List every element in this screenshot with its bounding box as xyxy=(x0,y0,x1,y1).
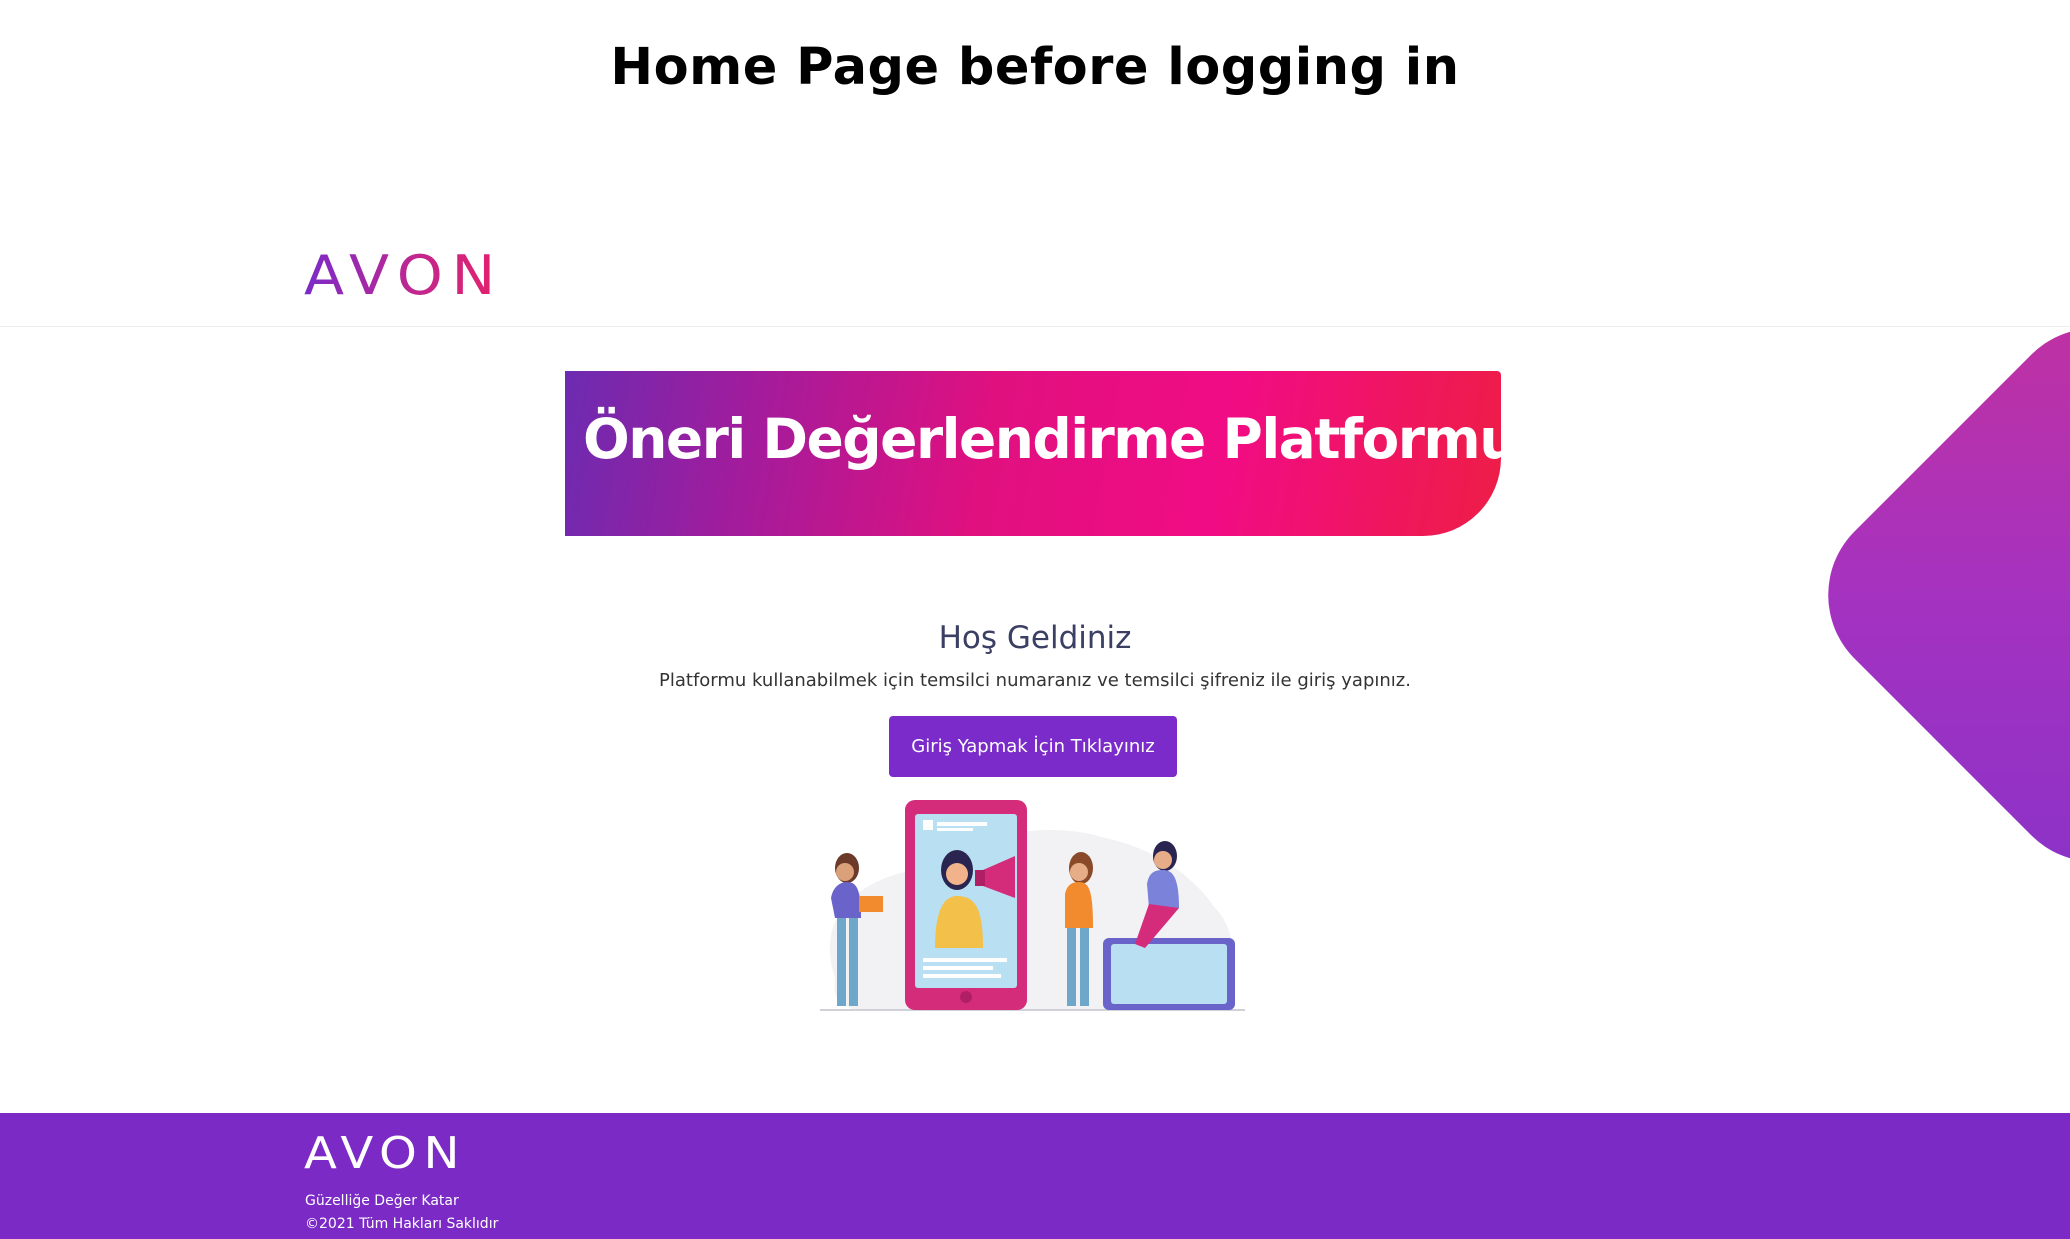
decorative-shape xyxy=(1790,290,2070,900)
header-divider xyxy=(0,326,2070,327)
login-button[interactable]: Giriş Yapmak İçin Tıklayınız xyxy=(889,716,1177,777)
avon-logo[interactable]: AVON xyxy=(304,246,504,300)
footer-copyright: ©2021 Tüm Hakları Saklıdır xyxy=(305,1216,499,1232)
banner-title: Öneri Değerlendirme Platformu xyxy=(583,407,1501,471)
page-caption: Home Page before logging in xyxy=(610,38,1460,97)
welcome-title: Hoş Geldiniz xyxy=(938,620,1132,656)
platform-banner: Öneri Değerlendirme Platformu xyxy=(565,371,1501,536)
footer: AVON Güzelliğe Değer Katar ©2021 Tüm Hak… xyxy=(0,1113,2070,1239)
footer-avon-logo: AVON xyxy=(304,1129,466,1173)
footer-logo-text: AVON xyxy=(304,1129,466,1173)
header-logo-text: AVON xyxy=(304,246,504,300)
welcome-subtitle: Platformu kullanabilmek için temsilci nu… xyxy=(659,670,1411,691)
megaphone-team-illustration xyxy=(820,800,1245,1011)
footer-tagline: Güzelliğe Değer Katar xyxy=(305,1193,459,1209)
